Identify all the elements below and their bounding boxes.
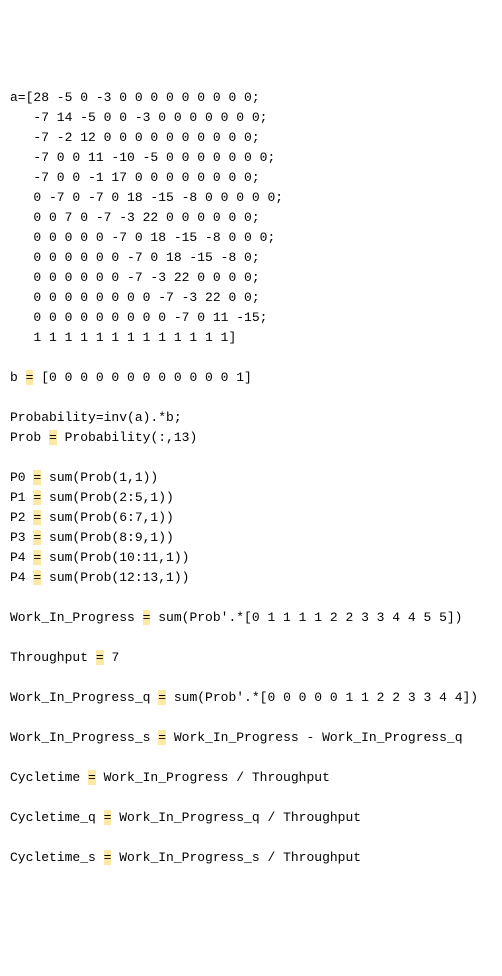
wipq-lhs: Work_In_Progress_q [10,690,158,705]
equals-highlight: = [88,770,96,785]
cycletime-s-rhs: Work_In_Progress_s / Throughput [111,850,361,865]
throughput-lhs: Throughput [10,650,96,665]
matrix-row-0: 28 -5 0 -3 0 0 0 0 0 0 0 0 0; [33,90,259,105]
p2-lhs: P2 [10,510,33,525]
b-rhs: [0 0 0 0 0 0 0 0 0 0 0 0 1] [33,370,251,385]
b-lhs: b [10,370,26,385]
matrix-row-8: 0 0 0 0 0 0 -7 0 18 -15 -8 0; [33,250,259,265]
matrix-row-4: -7 0 0 -1 17 0 0 0 0 0 0 0 0; [33,170,259,185]
equals-highlight: = [104,810,112,825]
p1-lhs: P1 [10,490,33,505]
matrix-row-11: 0 0 0 0 0 0 0 0 0 -7 0 11 -15; [33,310,267,325]
wipq-rhs: sum(Prob'.*[0 0 0 0 0 1 1 2 2 3 3 4 4]) [166,690,478,705]
p4b-rhs: sum(Prob(12:13,1)) [41,570,189,585]
probcol-rhs: Probability(:,13) [57,430,197,445]
wip-rhs: sum(Prob'.*[0 1 1 1 1 2 2 3 3 4 4 5 5]) [150,610,462,625]
equals-highlight: = [96,650,104,665]
cycletime-s-lhs: Cycletime_s [10,850,104,865]
matrix-row-7: 0 0 0 0 0 -7 0 18 -15 -8 0 0 0; [33,230,275,245]
p1-rhs: sum(Prob(2:5,1)) [41,490,174,505]
equals-highlight: = [158,690,166,705]
equals-highlight: = [104,850,112,865]
equals-highlight: = [158,730,166,745]
matrix-row-10: 0 0 0 0 0 0 0 0 -7 -3 22 0 0; [33,290,259,305]
p3-rhs: sum(Prob(8:9,1)) [41,530,174,545]
p0-lhs: P0 [10,470,33,485]
p2-rhs: sum(Prob(6:7,1)) [41,510,174,525]
cycletime-lhs: Cycletime [10,770,88,785]
wips-lhs: Work_In_Progress_s [10,730,158,745]
matrix-row-9: 0 0 0 0 0 0 -7 -3 22 0 0 0 0; [33,270,259,285]
code-block: a=[28 -5 0 -3 0 0 0 0 0 0 0 0 0; -7 14 -… [10,88,492,868]
matrix-row-5: 0 -7 0 -7 0 18 -15 -8 0 0 0 0 0; [33,190,283,205]
matrix-row-1: -7 14 -5 0 0 -3 0 0 0 0 0 0 0; [33,110,267,125]
cycletime-rhs: Work_In_Progress / Throughput [96,770,330,785]
matrix-a-head: a=[ [10,90,33,105]
probability-line: Probability=inv(a).*b; [10,410,182,425]
throughput-rhs: 7 [104,650,120,665]
p3-lhs: P3 [10,530,33,545]
cycletime-q-rhs: Work_In_Progress_q / Throughput [111,810,361,825]
equals-highlight: = [49,430,57,445]
probcol-lhs: Prob [10,430,49,445]
matrix-row-6: 0 0 7 0 -7 -3 22 0 0 0 0 0 0; [33,210,259,225]
wips-rhs: Work_In_Progress - Work_In_Progress_q [166,730,462,745]
matrix-row-3: -7 0 0 11 -10 -5 0 0 0 0 0 0 0; [33,150,275,165]
p4a-rhs: sum(Prob(10:11,1)) [41,550,189,565]
wip-lhs: Work_In_Progress [10,610,143,625]
matrix-row-2: -7 -2 12 0 0 0 0 0 0 0 0 0 0; [33,130,259,145]
p4a-lhs: P4 [10,550,33,565]
matrix-row-12: 1 1 1 1 1 1 1 1 1 1 1 1 1] [33,330,236,345]
p4b-lhs: P4 [10,570,33,585]
cycletime-q-lhs: Cycletime_q [10,810,104,825]
p0-rhs: sum(Prob(1,1)) [41,470,158,485]
